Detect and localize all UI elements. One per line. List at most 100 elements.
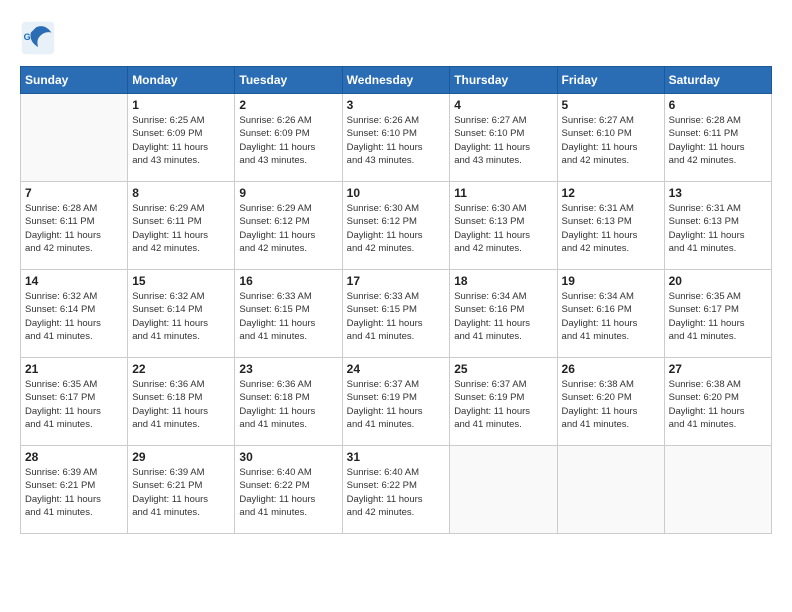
weekday-header: Sunday <box>21 67 128 94</box>
svg-text:G: G <box>24 32 31 42</box>
weekday-header: Thursday <box>450 67 557 94</box>
day-info: Sunrise: 6:36 AM Sunset: 6:18 PM Dayligh… <box>239 378 337 431</box>
day-info: Sunrise: 6:37 AM Sunset: 6:19 PM Dayligh… <box>454 378 552 431</box>
day-number: 11 <box>454 186 552 200</box>
day-number: 21 <box>25 362 123 376</box>
calendar-cell: 24Sunrise: 6:37 AM Sunset: 6:19 PM Dayli… <box>342 358 450 446</box>
calendar-week-row: 1 Sunrise: 6:25 AM Sunset: 6:09 PM Daylig… <box>21 94 772 182</box>
calendar-cell: 17 Sunrise: 6:33 AM Sunset: 6:15 PM Dayli… <box>342 270 450 358</box>
day-number: 2 <box>239 98 337 112</box>
day-info: Sunrise: 6:38 AM Sunset: 6:20 PM Dayligh… <box>562 378 660 431</box>
weekday-header-row: SundayMondayTuesdayWednesdayThursdayFrid… <box>21 67 772 94</box>
day-info: Sunrise: 6:29 AM Sunset: 6:11 PM Dayligh… <box>132 202 230 255</box>
page-header: G <box>20 20 772 56</box>
day-info: Sunrise: 6:26 AM Sunset: 6:10 PM Dayligh… <box>347 114 446 167</box>
calendar-cell: 22Sunrise: 6:36 AM Sunset: 6:18 PM Dayli… <box>128 358 235 446</box>
day-info: Sunrise: 6:37 AM Sunset: 6:19 PM Dayligh… <box>347 378 446 431</box>
day-number: 1 <box>132 98 230 112</box>
calendar-cell <box>557 446 664 534</box>
day-number: 29 <box>132 450 230 464</box>
day-info: Sunrise: 6:28 AM Sunset: 6:11 PM Dayligh… <box>669 114 767 167</box>
day-number: 31 <box>347 450 446 464</box>
day-info: Sunrise: 6:39 AM Sunset: 6:21 PM Dayligh… <box>132 466 230 519</box>
day-info: Sunrise: 6:33 AM Sunset: 6:15 PM Dayligh… <box>239 290 337 343</box>
calendar-week-row: 28 Sunrise: 6:39 AM Sunset: 6:21 PM Dayli… <box>21 446 772 534</box>
calendar-cell: 23 Sunrise: 6:36 AM Sunset: 6:18 PM Dayli… <box>235 358 342 446</box>
day-info: Sunrise: 6:32 AM Sunset: 6:14 PM Dayligh… <box>25 290 123 343</box>
day-number: 28 <box>25 450 123 464</box>
day-info: Sunrise: 6:36 AM Sunset: 6:18 PM Dayligh… <box>132 378 230 431</box>
day-info: Sunrise: 6:27 AM Sunset: 6:10 PM Dayligh… <box>562 114 660 167</box>
day-info: Sunrise: 6:31 AM Sunset: 6:13 PM Dayligh… <box>562 202 660 255</box>
calendar-cell: 20Sunrise: 6:35 AM Sunset: 6:17 PM Dayli… <box>664 270 771 358</box>
day-info: Sunrise: 6:30 AM Sunset: 6:13 PM Dayligh… <box>454 202 552 255</box>
day-number: 13 <box>669 186 767 200</box>
weekday-header: Monday <box>128 67 235 94</box>
day-number: 8 <box>132 186 230 200</box>
day-number: 23 <box>239 362 337 376</box>
day-info: Sunrise: 6:34 AM Sunset: 6:16 PM Dayligh… <box>454 290 552 343</box>
calendar-header: SundayMondayTuesdayWednesdayThursdayFrid… <box>21 67 772 94</box>
day-info: Sunrise: 6:25 AM Sunset: 6:09 PM Dayligh… <box>132 114 230 167</box>
day-number: 16 <box>239 274 337 288</box>
calendar-cell: 25 Sunrise: 6:37 AM Sunset: 6:19 PM Dayli… <box>450 358 557 446</box>
day-info: Sunrise: 6:26 AM Sunset: 6:09 PM Dayligh… <box>239 114 337 167</box>
calendar-cell: 14 Sunrise: 6:32 AM Sunset: 6:14 PM Dayli… <box>21 270 128 358</box>
day-info: Sunrise: 6:35 AM Sunset: 6:17 PM Dayligh… <box>25 378 123 431</box>
calendar-cell: 28 Sunrise: 6:39 AM Sunset: 6:21 PM Dayli… <box>21 446 128 534</box>
calendar-cell: 1 Sunrise: 6:25 AM Sunset: 6:09 PM Daylig… <box>128 94 235 182</box>
day-number: 5 <box>562 98 660 112</box>
calendar-cell: 8 Sunrise: 6:29 AM Sunset: 6:11 PM Daylig… <box>128 182 235 270</box>
calendar-cell: 27Sunrise: 6:38 AM Sunset: 6:20 PM Dayli… <box>664 358 771 446</box>
day-info: Sunrise: 6:29 AM Sunset: 6:12 PM Dayligh… <box>239 202 337 255</box>
day-info: Sunrise: 6:31 AM Sunset: 6:13 PM Dayligh… <box>669 202 767 255</box>
day-info: Sunrise: 6:40 AM Sunset: 6:22 PM Dayligh… <box>347 466 446 519</box>
day-number: 6 <box>669 98 767 112</box>
day-number: 25 <box>454 362 552 376</box>
calendar-cell: 26 Sunrise: 6:38 AM Sunset: 6:20 PM Dayli… <box>557 358 664 446</box>
day-info: Sunrise: 6:34 AM Sunset: 6:16 PM Dayligh… <box>562 290 660 343</box>
calendar-cell: 7Sunrise: 6:28 AM Sunset: 6:11 PM Daylig… <box>21 182 128 270</box>
calendar-cell: 15Sunrise: 6:32 AM Sunset: 6:14 PM Dayli… <box>128 270 235 358</box>
calendar-week-row: 7Sunrise: 6:28 AM Sunset: 6:11 PM Daylig… <box>21 182 772 270</box>
calendar-cell: 31 Sunrise: 6:40 AM Sunset: 6:22 PM Dayli… <box>342 446 450 534</box>
calendar-cell: 19Sunrise: 6:34 AM Sunset: 6:16 PM Dayli… <box>557 270 664 358</box>
calendar-cell <box>21 94 128 182</box>
weekday-header: Wednesday <box>342 67 450 94</box>
calendar-table: SundayMondayTuesdayWednesdayThursdayFrid… <box>20 66 772 534</box>
day-number: 14 <box>25 274 123 288</box>
day-info: Sunrise: 6:40 AM Sunset: 6:22 PM Dayligh… <box>239 466 337 519</box>
calendar-cell: 18 Sunrise: 6:34 AM Sunset: 6:16 PM Dayli… <box>450 270 557 358</box>
day-info: Sunrise: 6:28 AM Sunset: 6:11 PM Dayligh… <box>25 202 123 255</box>
calendar-cell: 11 Sunrise: 6:30 AM Sunset: 6:13 PM Dayli… <box>450 182 557 270</box>
day-info: Sunrise: 6:33 AM Sunset: 6:15 PM Dayligh… <box>347 290 446 343</box>
day-number: 12 <box>562 186 660 200</box>
day-info: Sunrise: 6:35 AM Sunset: 6:17 PM Dayligh… <box>669 290 767 343</box>
logo: G <box>20 20 60 56</box>
calendar-week-row: 14 Sunrise: 6:32 AM Sunset: 6:14 PM Dayli… <box>21 270 772 358</box>
calendar-cell: 10 Sunrise: 6:30 AM Sunset: 6:12 PM Dayli… <box>342 182 450 270</box>
calendar-cell <box>450 446 557 534</box>
day-info: Sunrise: 6:39 AM Sunset: 6:21 PM Dayligh… <box>25 466 123 519</box>
day-number: 9 <box>239 186 337 200</box>
calendar-cell: 13 Sunrise: 6:31 AM Sunset: 6:13 PM Dayli… <box>664 182 771 270</box>
day-info: Sunrise: 6:30 AM Sunset: 6:12 PM Dayligh… <box>347 202 446 255</box>
day-info: Sunrise: 6:27 AM Sunset: 6:10 PM Dayligh… <box>454 114 552 167</box>
calendar-cell: 9 Sunrise: 6:29 AM Sunset: 6:12 PM Daylig… <box>235 182 342 270</box>
calendar-cell: 4 Sunrise: 6:27 AM Sunset: 6:10 PM Daylig… <box>450 94 557 182</box>
day-number: 18 <box>454 274 552 288</box>
day-number: 3 <box>347 98 446 112</box>
calendar-cell: 5 Sunrise: 6:27 AM Sunset: 6:10 PM Daylig… <box>557 94 664 182</box>
day-number: 26 <box>562 362 660 376</box>
weekday-header: Friday <box>557 67 664 94</box>
day-number: 17 <box>347 274 446 288</box>
calendar-cell: 29 Sunrise: 6:39 AM Sunset: 6:21 PM Dayli… <box>128 446 235 534</box>
day-number: 30 <box>239 450 337 464</box>
day-number: 4 <box>454 98 552 112</box>
calendar-cell: 6 Sunrise: 6:28 AM Sunset: 6:11 PM Daylig… <box>664 94 771 182</box>
calendar-week-row: 21 Sunrise: 6:35 AM Sunset: 6:17 PM Dayli… <box>21 358 772 446</box>
day-number: 10 <box>347 186 446 200</box>
day-number: 27 <box>669 362 767 376</box>
day-info: Sunrise: 6:32 AM Sunset: 6:14 PM Dayligh… <box>132 290 230 343</box>
calendar-cell: 12 Sunrise: 6:31 AM Sunset: 6:13 PM Dayli… <box>557 182 664 270</box>
